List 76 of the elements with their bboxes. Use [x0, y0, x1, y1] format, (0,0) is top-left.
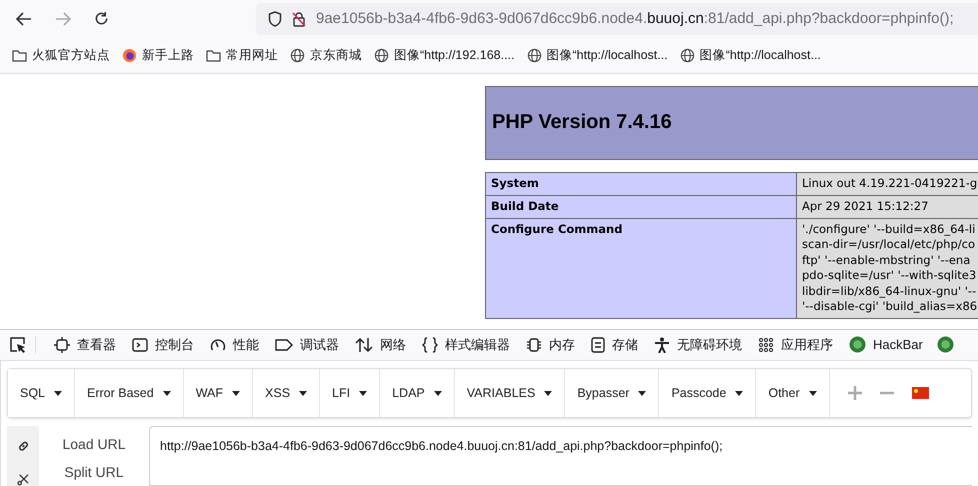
console-icon	[132, 336, 148, 353]
dropdown-menu-button[interactable]: SQL	[8, 369, 76, 417]
caret-icon	[162, 390, 171, 396]
caret-icon	[434, 390, 442, 396]
table-cell: Apr 29 2021 15:12:27	[796, 195, 978, 218]
insecure-lock-icon[interactable]	[291, 10, 307, 27]
dropdown-menu-button[interactable]: LDAP	[380, 369, 455, 417]
back-icon[interactable]	[16, 12, 32, 26]
dropdown-menu-button[interactable]: VARIABLES	[454, 369, 566, 417]
shield-icon[interactable]	[268, 10, 282, 27]
php-version-title: PHP Version 7.4.16	[492, 111, 672, 134]
devtools-tab[interactable]: 网络	[347, 336, 414, 354]
address-bar[interactable]: 9ae1056b-b3a4-4fb6-9d63-9d067d6cc9b6.node4.buuoj.cn:81/add_api.php?backdoor=phpinfo();	[256, 2, 978, 35]
devtools-tab[interactable]: 性能	[202, 336, 267, 354]
storage-icon	[591, 336, 605, 353]
devtools-tab[interactable]: 无障碍环境	[646, 336, 750, 354]
caret-icon	[54, 390, 62, 396]
caret-icon	[808, 390, 817, 396]
devtools-tab[interactable]: 调试器	[267, 336, 347, 354]
dropdown-menu-button[interactable]: Bypasser	[565, 369, 660, 417]
caret-icon	[299, 390, 308, 396]
folder-icon	[206, 48, 221, 62]
action-button[interactable]: Load URL	[58, 433, 130, 455]
scissors-icon[interactable]	[16, 474, 30, 486]
url-text: 9ae1056b-b3a4-4fb6-9d63-9d067d6cc9b6.node4.buuoj.cn:81/add_api.php?backdoor=phpinfo();	[316, 10, 954, 28]
chip-icon	[526, 336, 542, 353]
globe-icon	[680, 48, 695, 63]
globe-icon	[526, 48, 542, 63]
globe-icon	[374, 48, 389, 63]
bookmark[interactable]: 图像“http://localhost...	[526, 46, 668, 64]
inspector-icon	[54, 336, 70, 353]
browser-logo-icon	[122, 48, 137, 63]
devtools-tab[interactable]: 查看器	[46, 336, 124, 354]
bookmark[interactable]: 图像“http://192.168....	[374, 46, 515, 64]
dropdown-menu-button[interactable]: Passcode	[659, 369, 756, 417]
devtools-tab[interactable]: 应用程序	[750, 336, 841, 354]
devtools-tab[interactable]: 控制台	[124, 336, 202, 354]
gauge-icon	[210, 336, 226, 353]
tag-icon	[275, 338, 293, 352]
bookmark[interactable]: 京东商城	[290, 46, 362, 64]
devtools-tab[interactable]: 样式编辑器	[414, 336, 518, 354]
globe-icon	[290, 48, 305, 63]
up-down-arrows-icon	[355, 336, 373, 353]
grid-icon	[758, 336, 774, 353]
bookmark[interactable]: 火狐官方站点	[12, 46, 110, 64]
dropdown-menu-button[interactable]: LFI	[320, 369, 380, 417]
folder-icon	[12, 48, 27, 62]
element-picker-icon[interactable]	[9, 336, 36, 354]
caret-icon	[544, 390, 552, 396]
devtools-tab[interactable]: HackBar	[841, 336, 931, 354]
hackbar-logo-icon	[849, 336, 866, 354]
flag-icon[interactable]	[912, 387, 929, 399]
dropdown-menu-button[interactable]: Other	[756, 369, 830, 417]
caret-icon	[232, 390, 240, 396]
url-input-field[interactable]: http://9ae1056b-b3a4-4fb6-9d63-9d067d6cc9b6.node4.buuoj.cn:81/add_api.php?backdoor=phpinfo();	[149, 426, 972, 486]
caret-icon	[359, 390, 368, 396]
caret-icon	[638, 390, 646, 396]
caret-icon	[735, 390, 744, 396]
accessibility-icon	[654, 336, 670, 353]
table-cell: Configure Command	[486, 218, 796, 318]
action-button[interactable]: Split URL	[60, 461, 128, 483]
devtools-tab[interactable]: 内存	[518, 336, 583, 354]
dropdown-menu-button[interactable]: WAF	[184, 369, 254, 417]
table-cell: './configure' '--build=x86_64-li scan-dir=/usr/local/etc/php/co ftp' '--enable-mbstring' '--ena pdo-sqlite=/usr' '--with-sqlite3 libdir=lib/x86_64-linux-gnu' '-- '--disable-cgi' 'build_alias=x86	[796, 218, 978, 318]
dropdown-menu-button[interactable]: XSS	[253, 369, 320, 417]
bookmark[interactable]: 新手上路	[122, 46, 194, 64]
table-cell: Build Date	[486, 195, 796, 218]
reload-icon[interactable]	[94, 11, 109, 26]
hackbar-logo-icon[interactable]	[936, 336, 954, 354]
bookmark[interactable]: 常用网址	[206, 46, 278, 64]
bookmark[interactable]: 图像“http://localhost...	[680, 46, 821, 64]
devtools-tab[interactable]: 存储	[583, 336, 646, 354]
table-cell: System	[486, 172, 796, 196]
dropdown-menu-button[interactable]: Error Based	[75, 369, 184, 417]
braces-icon	[422, 336, 438, 353]
table-cell: Linux out 4.19.221-0419221-g	[796, 172, 978, 196]
